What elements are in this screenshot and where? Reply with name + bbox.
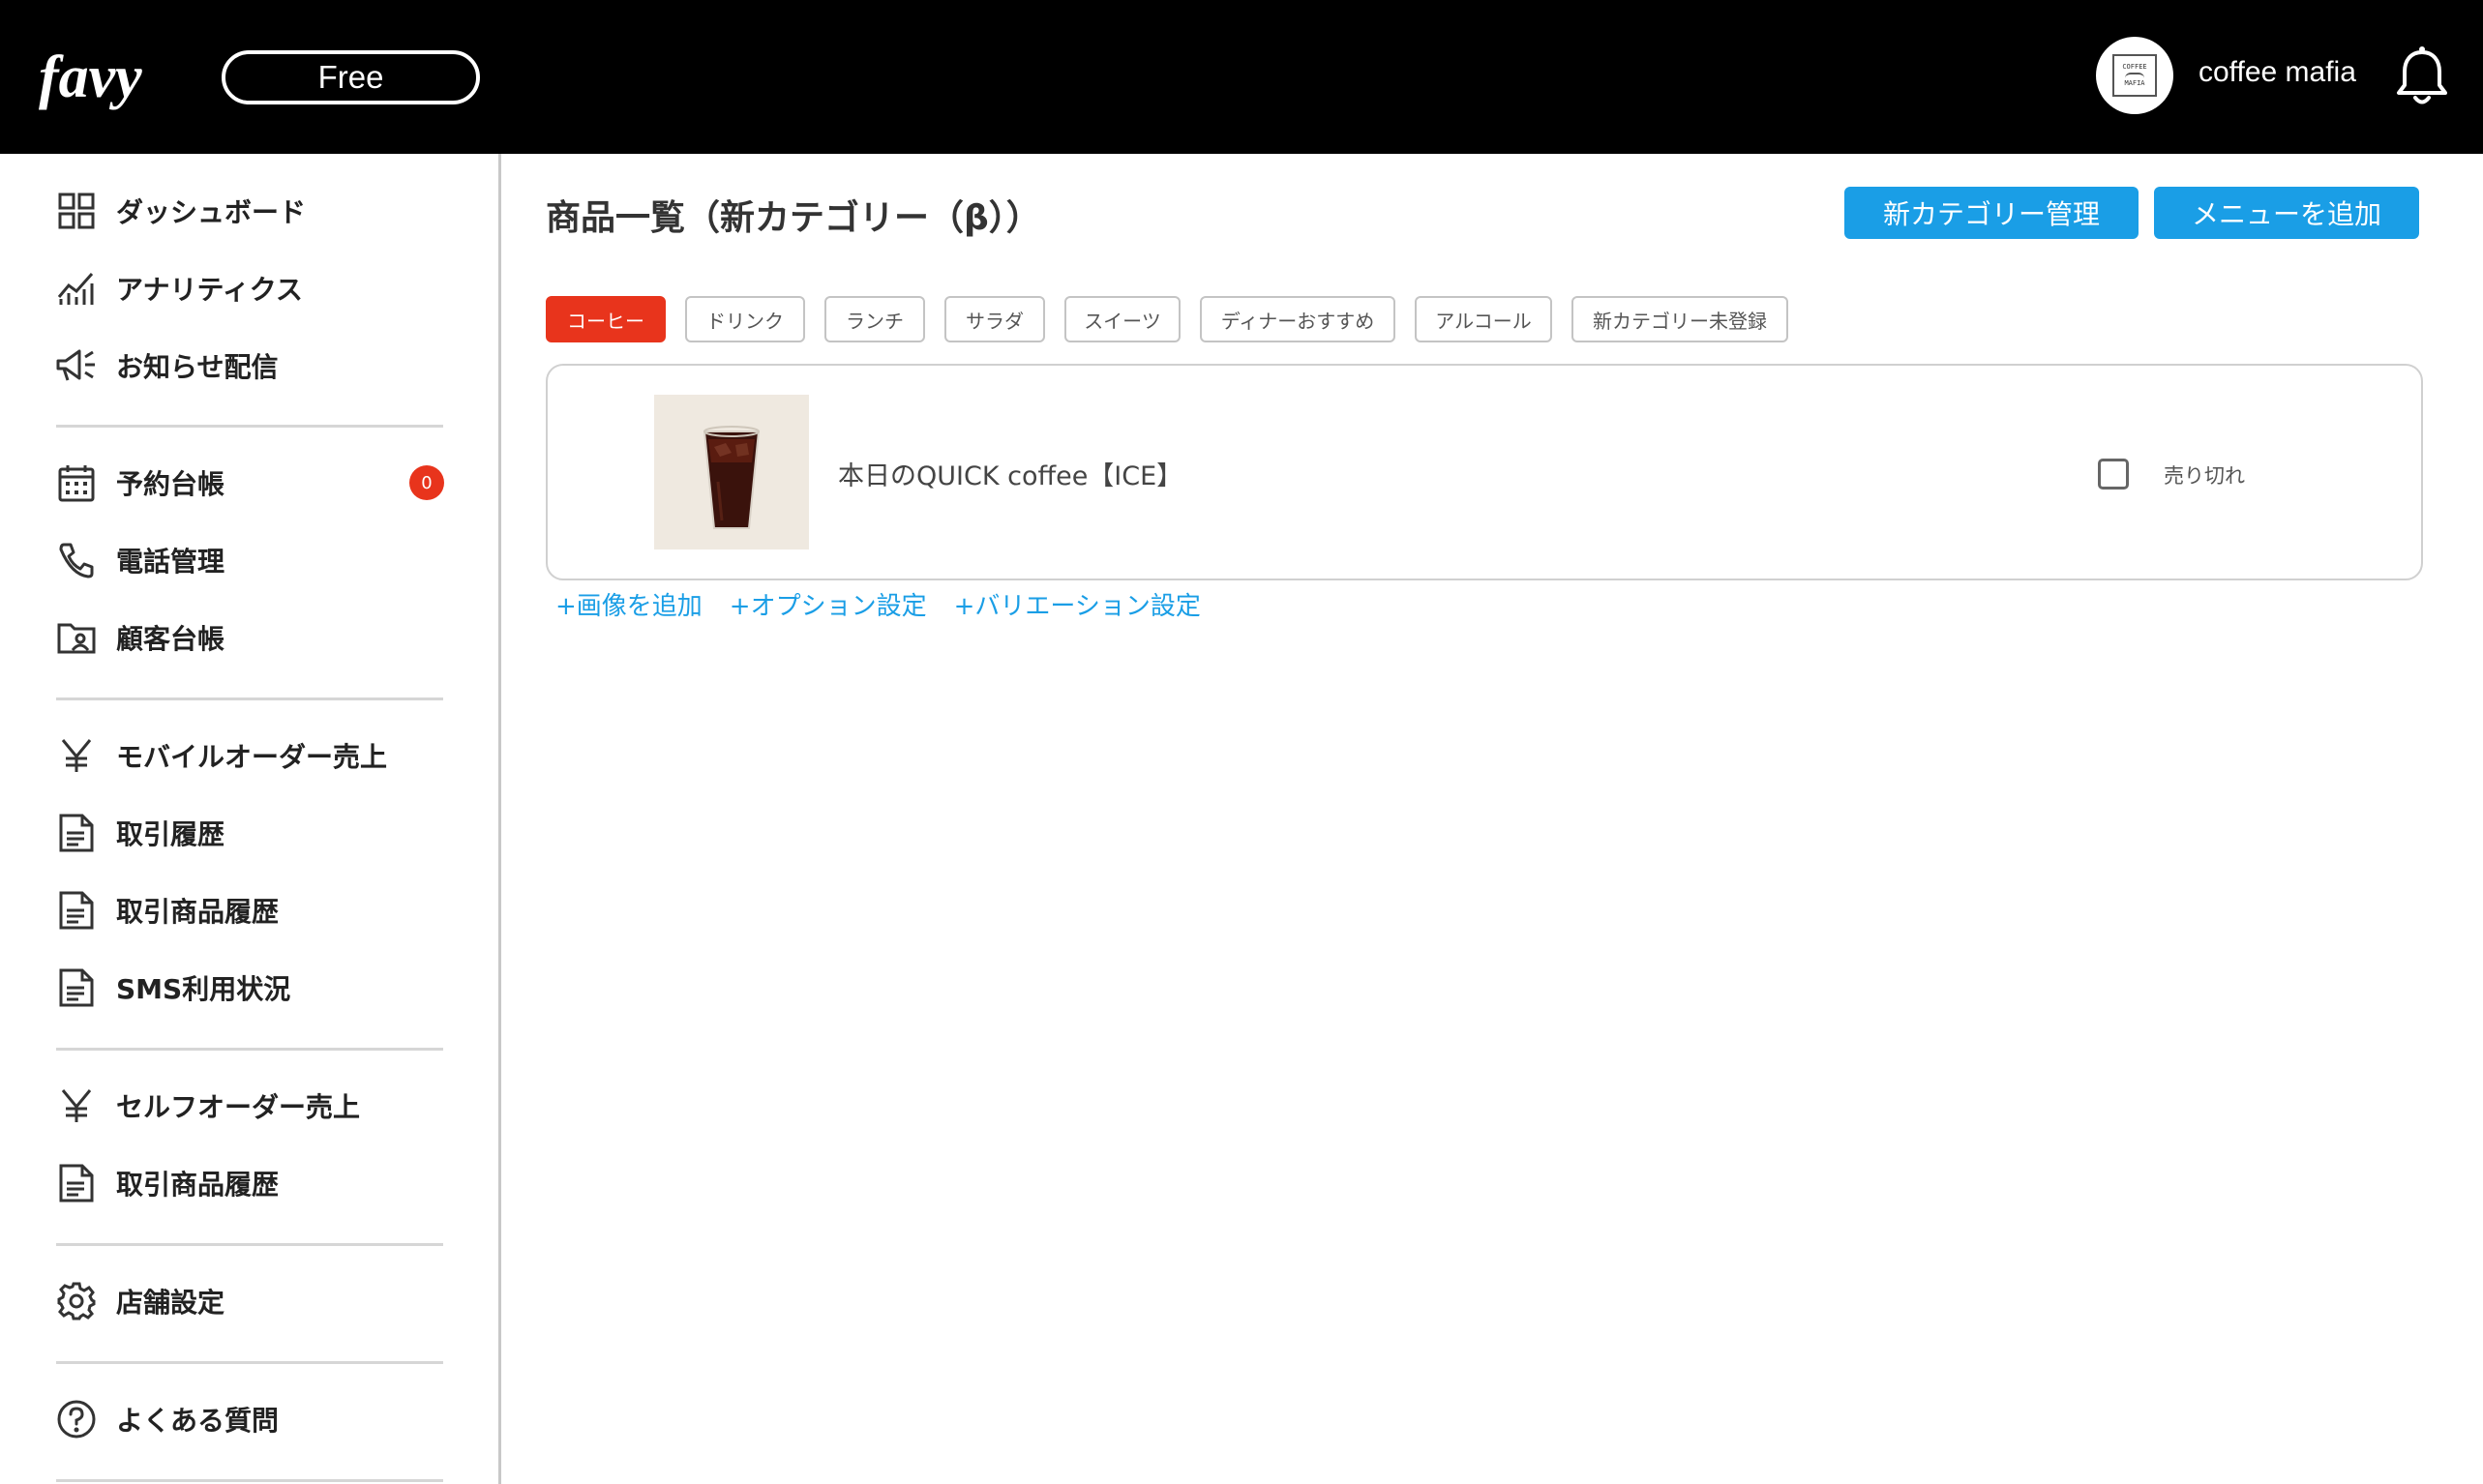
dashboard-grid-icon [56,191,97,231]
sidebar-item-label: モバイルオーダー売上 [116,741,388,773]
sidebar-item-announcements[interactable]: お知らせ配信 [56,337,453,395]
sidebar-item-label: 顧客台帳 [116,623,225,655]
tab-salad[interactable]: サラダ [944,296,1045,342]
document-icon [56,890,97,931]
sidebar-item-self-order-sales[interactable]: セルフオーダー売上 [56,1077,453,1135]
sidebar-divider [56,425,443,428]
sidebar-item-self-order-product-history[interactable]: 取引商品履歴 [56,1154,453,1212]
tab-dinner-recommend[interactable]: ディナーおすすめ [1200,296,1395,342]
sidebar-item-label: 取引商品履歴 [116,896,280,928]
sidebar-item-label: お知らせ配信 [116,351,279,383]
sold-out-label: 売り切れ [2164,464,2245,488]
product-card[interactable]: 本日のQUICK coffee【ICE】 売り切れ [546,364,2423,580]
tab-lunch[interactable]: ランチ [824,296,925,342]
sidebar-item-transaction-product-history[interactable]: 取引商品履歴 [56,881,453,939]
avatar-text-top: COFFEE [2122,63,2147,71]
yen-icon [56,1085,97,1126]
sidebar-item-label: ダッシュボード [116,196,307,228]
tab-alcohol[interactable]: アルコール [1415,296,1552,342]
analytics-chart-icon [56,268,97,309]
add-menu-button[interactable]: メニューを追加 [2154,187,2419,239]
sidebar-divider [56,1479,443,1482]
sidebar-item-label: 予約台帳 [116,468,225,500]
bell-icon[interactable] [2394,45,2450,108]
question-icon [56,1399,97,1439]
sidebar: ダッシュボード アナリティクス お知らせ配信 予約台帳 0 電話管理 顧客台帳 … [0,154,501,1484]
sidebar-divider [56,1243,443,1246]
logo-text: favy [39,45,142,110]
tab-uncategorized[interactable]: 新カテゴリー未登録 [1571,296,1788,342]
sidebar-item-label: 取引商品履歴 [116,1169,280,1201]
tab-drink[interactable]: ドリンク [685,296,805,342]
document-icon [56,967,97,1008]
sidebar-item-label: よくある質問 [116,1405,280,1437]
iced-coffee-image [703,426,761,529]
product-action-links: +画像を追加 +オプション設定 +バリエーション設定 [555,586,1201,622]
sidebar-item-reservations[interactable]: 予約台帳 0 [56,454,453,512]
avatar-logo: COFFEE MAFIA [2112,54,2157,97]
sold-out-checkbox[interactable] [2098,459,2129,490]
favy-logo[interactable]: favy [39,37,194,114]
sidebar-item-label: セルフオーダー売上 [116,1091,361,1123]
tab-sweets[interactable]: スイーツ [1064,296,1181,342]
sidebar-item-transaction-history[interactable]: 取引履歴 [56,804,453,862]
yen-icon [56,735,97,776]
avatar-cup-mark [2125,73,2144,78]
sidebar-item-label: 電話管理 [116,546,225,578]
product-name: 本日のQUICK coffee【ICE】 [838,461,1183,491]
shop-name[interactable]: coffee mafia [2199,56,2356,89]
avatar-text-bottom: MAFIA [2124,79,2145,87]
sidebar-item-faq[interactable]: よくある質問 [56,1390,453,1448]
sidebar-item-label: SMS利用状況 [116,973,291,1005]
plan-badge[interactable]: Free [222,50,480,104]
sidebar-item-customers[interactable]: 顧客台帳 [56,608,453,667]
sidebar-item-mobile-order-sales[interactable]: モバイルオーダー売上 [56,727,453,785]
customer-folder-icon [56,617,97,658]
page-title: 商品一覧（新カテゴリー（β）） [546,198,1041,238]
sidebar-item-label: 取引履歴 [116,818,225,850]
gear-icon [56,1281,97,1321]
avatar[interactable]: COFFEE MAFIA [2096,37,2173,114]
variation-settings-link[interactable]: +バリエーション設定 [954,586,1201,622]
sidebar-item-label: 店舗設定 [116,1287,225,1319]
sidebar-divider [56,1048,443,1051]
add-image-link[interactable]: +画像を追加 [555,586,703,622]
sidebar-item-dashboard[interactable]: ダッシュボード [56,182,453,240]
sidebar-item-phone[interactable]: 電話管理 [56,531,453,589]
top-header: favy Free COFFEE MAFIA coffee mafia [0,0,2483,154]
sidebar-item-sms-usage[interactable]: SMS利用状況 [56,959,453,1017]
megaphone-icon [56,345,97,386]
reservation-count-badge: 0 [409,465,444,500]
phone-icon [56,540,97,580]
option-settings-link[interactable]: +オプション設定 [730,586,927,622]
calendar-icon [56,462,97,503]
sidebar-item-store-settings[interactable]: 店舗設定 [56,1272,453,1330]
sidebar-divider [56,1361,443,1364]
tab-coffee[interactable]: コーヒー [546,296,666,342]
sidebar-item-analytics[interactable]: アナリティクス [56,259,453,317]
document-icon [56,813,97,853]
sidebar-item-label: アナリティクス [116,274,303,306]
sidebar-divider [56,697,443,700]
document-icon [56,1163,97,1203]
category-manage-button[interactable]: 新カテゴリー管理 [1844,187,2139,239]
product-image[interactable] [654,395,809,549]
